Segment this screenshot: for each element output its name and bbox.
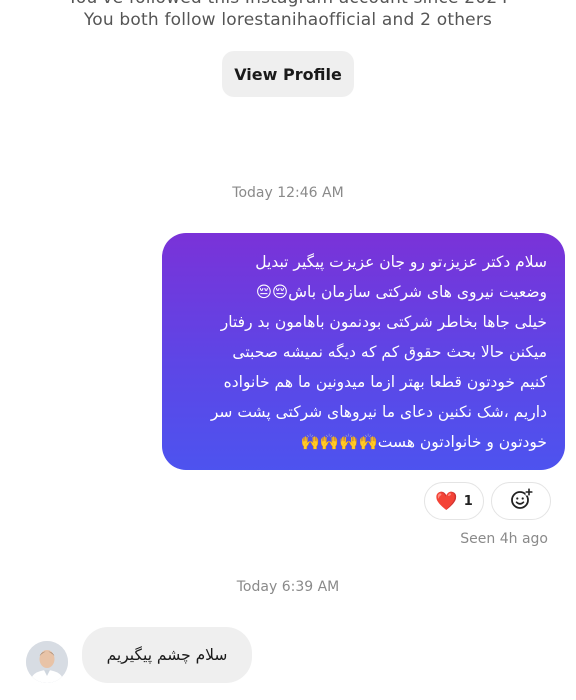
message-line: وضعیت نیروی های شرکتی سازمان باش😔😔 [255,283,547,301]
received-message-bubble[interactable]: سلام چشم پیگیریم [82,627,252,683]
message-line: خودتون و خانوادتون هست🙌🙌🙌🙌 [300,433,547,451]
reaction-count: 1 [463,493,473,509]
message-line: کنیم خودتون قطعا بهتر ازما میدونین ما هم… [223,373,547,391]
message-line: میکنن حالا بحث حقوق کم که دیگه نمیشه صحب… [232,343,547,361]
add-reaction-button[interactable] [491,482,551,520]
message-line: داریم ،شک نکنین دعای ما نیروهای شرکتی پش… [210,403,547,421]
add-reaction-icon [509,487,533,515]
reaction-pill[interactable]: ❤️ 1 [424,482,484,520]
profile-avatar[interactable] [26,641,68,683]
timestamp: Today 6:39 AM [236,579,340,595]
sent-message-bubble[interactable]: سلام دکتر عزیز،تو رو جان عزیزت پیگیر تبد… [162,233,565,470]
followed-since-text: You've followed this Instagram account s… [0,0,576,8]
seen-status: Seen 4h ago [460,531,548,547]
heart-icon: ❤️ [435,490,458,512]
message-line: سلام دکتر عزیز،تو رو جان عزیزت پیگیر تبد… [255,253,547,271]
message-line: خیلی جاها بخاطر شرکتی بودنمون باهامون بد… [220,313,547,331]
view-profile-button[interactable]: View Profile [222,51,354,97]
mutual-followers-text: You both follow lorestanihaofficial and … [83,10,493,30]
timestamp: Today 12:46 AM [232,185,344,201]
